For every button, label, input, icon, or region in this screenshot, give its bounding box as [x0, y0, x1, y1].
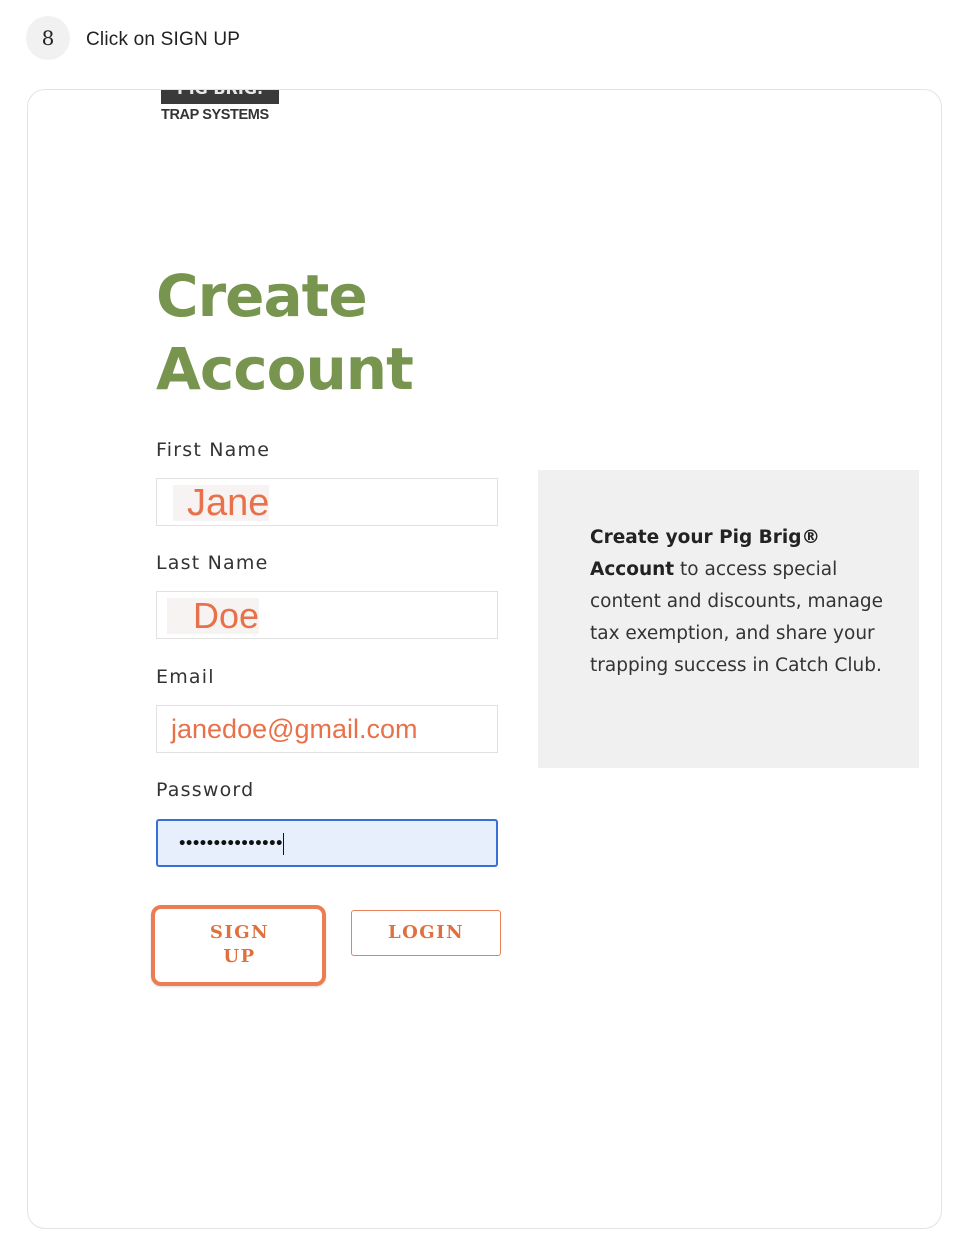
password-mask: •••••••••••••••: [178, 836, 283, 852]
email-value: janedoe@gmail.com: [171, 713, 418, 744]
email-label: Email: [156, 666, 215, 688]
password-value: •••••••••••••••: [178, 833, 285, 855]
password-label: Password: [156, 779, 255, 801]
signup-button[interactable]: SIGN UP: [159, 911, 320, 979]
screenshot-frame: PIG BRIG. TRAP SYSTEMS Create Account Fi…: [27, 89, 942, 1229]
last-name-value: Doe: [167, 595, 260, 636]
page-title: Create Account: [156, 260, 414, 406]
login-button[interactable]: LOGIN: [351, 910, 501, 956]
logo-wordmark: PIG BRIG.: [161, 90, 279, 104]
step-instruction: Click on SIGN UP: [86, 29, 241, 50]
page-title-line-2: Account: [156, 335, 414, 403]
signup-label-line-1: SIGN: [209, 922, 270, 943]
last-name-label: Last Name: [156, 552, 269, 574]
password-field[interactable]: •••••••••••••••: [156, 819, 498, 867]
first-name-label: First Name: [156, 439, 271, 461]
first-name-field[interactable]: Jane: [156, 478, 498, 526]
info-text: Create your Pig Brig® Account to access …: [590, 522, 890, 682]
page-title-line-1: Create: [156, 262, 368, 330]
first-name-value: Jane: [173, 482, 270, 524]
step-number-badge: 8: [26, 16, 70, 60]
email-field[interactable]: janedoe@gmail.com: [156, 705, 498, 753]
info-panel: Create your Pig Brig® Account to access …: [538, 470, 919, 768]
logo-tagline: TRAP SYSTEMS: [161, 107, 269, 123]
text-caret: [282, 833, 285, 855]
signup-label-line-2: UP: [223, 946, 256, 967]
pig-brig-logo[interactable]: PIG BRIG. TRAP SYSTEMS: [161, 90, 281, 123]
last-name-field[interactable]: Doe: [156, 591, 498, 639]
login-label: LOGIN: [387, 922, 465, 943]
